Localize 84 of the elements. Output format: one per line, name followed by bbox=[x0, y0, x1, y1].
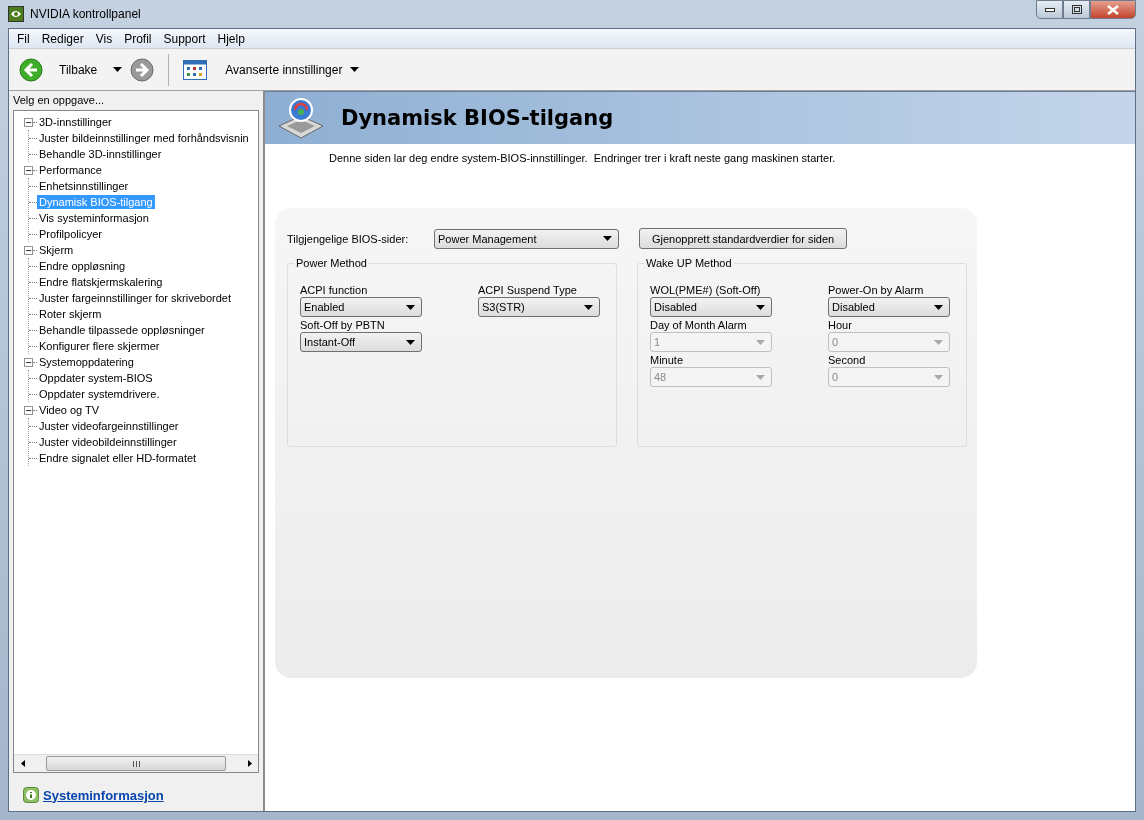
caret-icon bbox=[584, 304, 593, 310]
caret-icon[interactable] bbox=[113, 67, 123, 72]
tree-item[interactable]: Skjerm bbox=[37, 243, 76, 257]
tree-item[interactable]: Video og TV bbox=[37, 403, 102, 417]
tree-item[interactable]: Juster videobildeinnstillinger bbox=[37, 435, 179, 449]
close-button[interactable] bbox=[1090, 0, 1136, 19]
menu-item[interactable]: Profil bbox=[118, 31, 158, 46]
page-title: Dynamisk BIOS-tilgang bbox=[341, 106, 614, 130]
grip-icon bbox=[132, 760, 140, 767]
menu-item[interactable]: Vis bbox=[89, 31, 119, 46]
scroll-right-icon[interactable] bbox=[247, 760, 252, 767]
caret-icon bbox=[934, 339, 943, 345]
caret-icon bbox=[406, 339, 415, 345]
field-label: Power-On by Alarm bbox=[828, 284, 925, 296]
app-logo-icon bbox=[8, 6, 24, 22]
tree-item[interactable]: Profilpolicyer bbox=[37, 227, 104, 241]
field-label: Minute bbox=[650, 354, 685, 366]
panel-header: Velg en oppgave... bbox=[13, 93, 106, 108]
group-title: Power Method bbox=[294, 257, 369, 269]
grid-view-icon[interactable] bbox=[183, 59, 208, 80]
back-label[interactable]: Tilbake bbox=[59, 62, 98, 77]
collapse-icon[interactable] bbox=[24, 405, 33, 415]
menu-item[interactable]: Fil bbox=[11, 31, 36, 46]
tree-item[interactable]: Endre oppløsning bbox=[37, 259, 128, 273]
system-info-link[interactable]: Systeminformasjon bbox=[43, 787, 164, 803]
caret-icon bbox=[934, 304, 943, 310]
dropdown[interactable]: S3(STR) bbox=[478, 297, 600, 317]
tree-item[interactable]: Behandle 3D-innstillinger bbox=[37, 147, 164, 161]
menu-item[interactable]: Hjelp bbox=[211, 31, 251, 46]
collapse-icon[interactable] bbox=[24, 357, 33, 367]
tree-item[interactable]: Performance bbox=[37, 163, 104, 177]
horizontal-scrollbar[interactable] bbox=[14, 754, 258, 772]
bios-page-dropdown[interactable]: Power Management bbox=[434, 228, 619, 249]
tree-item[interactable]: Endre signalet eller HD-formatet bbox=[37, 451, 199, 465]
group-title: Wake UP Method bbox=[644, 257, 734, 269]
dropdown[interactable]: Disabled bbox=[650, 297, 772, 317]
tree-item[interactable]: Oppdater systemdrivere. bbox=[37, 387, 162, 401]
dropdown[interactable]: Enabled bbox=[300, 297, 422, 317]
field-label: WOL(PME#) (Soft-Off) bbox=[650, 284, 762, 296]
menu-item[interactable]: Rediger bbox=[35, 31, 90, 46]
tree-item[interactable]: Systemoppdatering bbox=[37, 355, 136, 369]
tree-item[interactable]: Konfigurer flere skjermer bbox=[37, 339, 162, 353]
tree-item[interactable]: Roter skjerm bbox=[37, 307, 104, 321]
caret-icon bbox=[406, 304, 415, 310]
dropdown[interactable]: Instant-Off bbox=[300, 332, 422, 352]
field-label: ACPI function bbox=[300, 284, 369, 296]
tree-item[interactable]: Juster bildeinnstillinger med forhåndsvisnin bbox=[37, 131, 251, 145]
tree-item[interactable]: Juster videofargeinnstillinger bbox=[37, 419, 181, 433]
minimize-button[interactable] bbox=[1036, 0, 1063, 19]
field-label: Tilgjengelige BIOS-sider: bbox=[287, 232, 410, 245]
collapse-icon[interactable] bbox=[24, 165, 33, 175]
tree-item[interactable]: Behandle tilpassede oppløsninger bbox=[37, 323, 207, 337]
restore-defaults-button[interactable]: Gjenopprett standardverdier for siden bbox=[639, 228, 848, 249]
collapse-icon[interactable] bbox=[24, 245, 33, 255]
caret-icon bbox=[756, 374, 765, 380]
dropdown[interactable]: Disabled bbox=[828, 297, 950, 317]
scroll-left-icon[interactable] bbox=[20, 760, 25, 767]
field-label: Day of Month Alarm bbox=[650, 319, 748, 331]
tree-item[interactable]: Enhetsinnstillinger bbox=[37, 179, 131, 193]
field-label: Soft-Off by PBTN bbox=[300, 319, 386, 331]
window-title: NVIDIA kontrollpanel bbox=[30, 7, 141, 21]
field-label: Hour bbox=[828, 319, 853, 331]
caret-icon bbox=[756, 339, 765, 345]
tree-item[interactable]: Endre flatskjermskalering bbox=[37, 275, 165, 289]
menu-item[interactable]: Support bbox=[157, 31, 212, 46]
close-icon bbox=[1107, 4, 1119, 15]
tree-item[interactable]: 3D-innstillinger bbox=[37, 115, 114, 129]
minimize-icon bbox=[1044, 7, 1055, 12]
caret-icon bbox=[756, 304, 765, 310]
view-menu-label[interactable]: Avanserte innstillinger bbox=[225, 62, 343, 77]
info-icon bbox=[23, 787, 39, 803]
maximize-button[interactable] bbox=[1063, 0, 1090, 19]
caret-icon bbox=[934, 374, 943, 380]
tree-item[interactable]: Vis systeminformasjon bbox=[37, 211, 151, 225]
field-label: ACPI Suspend Type bbox=[478, 284, 578, 296]
tree-item[interactable]: Juster fargeinnstillinger for skrivebordet bbox=[37, 291, 233, 305]
page-description: Denne siden lar deg endre system-BIOS-innstillinger. Endringer trer i kraft neste gang maskinen starter. bbox=[328, 151, 837, 164]
collapse-icon[interactable] bbox=[24, 117, 33, 127]
field-label: Second bbox=[828, 354, 867, 366]
tree-item[interactable]: Oppdater system-BIOS bbox=[37, 371, 155, 385]
caret-icon[interactable] bbox=[350, 67, 360, 72]
maximize-icon bbox=[1071, 5, 1082, 14]
caret-icon bbox=[603, 236, 612, 241]
bios-chip-icon bbox=[277, 96, 325, 140]
